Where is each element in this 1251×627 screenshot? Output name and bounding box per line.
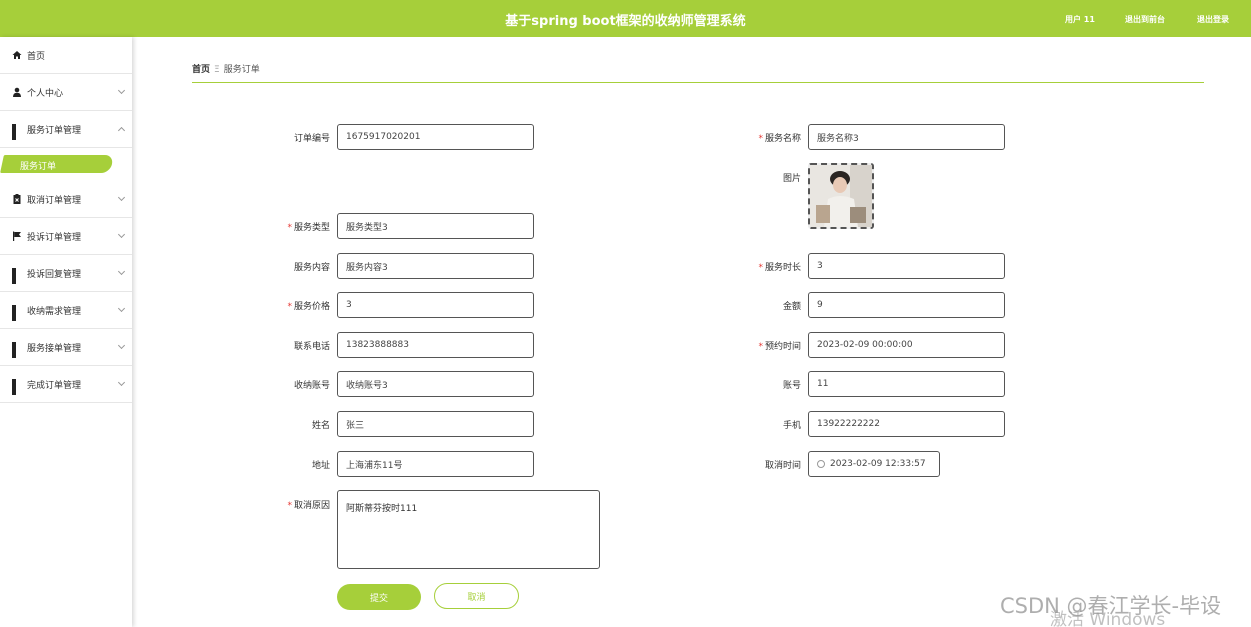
sidebar-item-label: 投诉回复管理 [27, 269, 82, 280]
service-price-input[interactable]: 3 [337, 292, 534, 318]
service-content-label: 服务内容 [293, 263, 330, 273]
grid-icon [12, 268, 22, 284]
sidebar-item-label: 收纳需求管理 [27, 306, 82, 317]
cancel-time-picker[interactable]: 2023-02-09 12:33:57 [808, 451, 940, 477]
flag-icon [12, 231, 22, 241]
sidebar-item-service-acceptance[interactable]: 服务接单管理 [0, 329, 132, 366]
amount-input[interactable]: 9 [808, 292, 1005, 318]
account-label: 账号 [782, 381, 801, 391]
image-label: 图片 [782, 174, 801, 184]
windows-activation-watermark: 激活 Windows [1050, 610, 1166, 627]
chevron-down-icon [117, 378, 126, 387]
breadcrumb-divider [192, 82, 1204, 83]
cancel-time-label: 取消时间 [764, 461, 801, 471]
address-input[interactable]: 上海浦东11号 [337, 451, 534, 477]
order-no-input[interactable]: 1675917020201 [337, 124, 534, 150]
mobile-input[interactable]: 13922222222 [808, 411, 1005, 437]
amount-label: 金额 [782, 302, 801, 312]
grid-icon [12, 124, 22, 140]
back-to-front-link[interactable]: 退出到前台 [1125, 14, 1165, 25]
sidebar: 首页 个人中心 服务订单管理 服务订单 取消订单管理 投诉订单管理 投诉回复管理 [0, 37, 132, 627]
sidebar-subitem-label: 服务订单 [20, 162, 57, 172]
submit-button[interactable]: 提交 [337, 584, 421, 610]
top-header: 基于spring boot框架的收纳师管理系统 用户 11 退出到前台 退出登录 [0, 0, 1251, 37]
order-no-label: 订单编号 [293, 134, 330, 144]
chevron-down-icon [117, 267, 126, 276]
sidebar-item-complaint-replies[interactable]: 投诉回复管理 [0, 255, 132, 292]
chevron-down-icon [117, 86, 126, 95]
cancel-button[interactable]: 取消 [434, 583, 519, 609]
service-duration-label: * 服务时长 [758, 263, 801, 273]
sidebar-item-home[interactable]: 首页 [0, 37, 132, 74]
grid-icon [12, 342, 22, 358]
name-input[interactable]: 张三 [337, 411, 534, 437]
service-content-input[interactable]: 服务内容3 [337, 253, 534, 279]
sidebar-item-storage-demands[interactable]: 收纳需求管理 [0, 292, 132, 329]
appointment-time-label: * 预约时间 [758, 342, 801, 352]
sidebar-item-label: 完成订单管理 [27, 380, 82, 391]
home-icon [12, 50, 22, 60]
app-title: 基于spring boot框架的收纳师管理系统 [505, 14, 746, 29]
active-highlight [0, 155, 114, 173]
service-name-label: * 服务名称 [758, 134, 801, 144]
cancel-reason-label: * 取消原因 [287, 501, 330, 511]
account-input[interactable]: 11 [808, 371, 1005, 397]
chevron-down-icon [117, 304, 126, 313]
storage-account-input[interactable]: 收纳账号3 [337, 371, 534, 397]
clipboard-icon [12, 194, 22, 204]
chevron-up-icon [117, 126, 126, 135]
breadcrumb-home[interactable]: 首页 [192, 65, 210, 75]
phone-label: 联系电话 [293, 342, 330, 352]
sidebar-item-completed-orders[interactable]: 完成订单管理 [0, 366, 132, 403]
sidebar-item-cancel-orders[interactable]: 取消订单管理 [0, 181, 132, 218]
sidebar-item-service-orders[interactable]: 服务订单管理 [0, 111, 132, 148]
sidebar-item-label: 个人中心 [27, 88, 64, 99]
sidebar-item-label: 投诉订单管理 [27, 232, 82, 243]
current-user-label: 用户 11 [1065, 15, 1095, 24]
service-type-input[interactable]: 服务类型3 [337, 213, 534, 239]
sidebar-item-personal-center[interactable]: 个人中心 [0, 74, 132, 111]
service-type-label: * 服务类型 [287, 223, 330, 233]
breadcrumb: 首页 Ξ 服务订单 [192, 62, 260, 75]
service-duration-input[interactable]: 3 [808, 253, 1005, 279]
grid-icon [12, 305, 22, 321]
user-icon [12, 87, 22, 97]
service-image[interactable] [808, 163, 874, 229]
breadcrumb-separator: Ξ [214, 65, 220, 75]
sidebar-item-label: 服务接单管理 [27, 343, 82, 354]
cancel-time-value: 2023-02-09 12:33:57 [830, 459, 926, 469]
chevron-down-icon [117, 341, 126, 350]
sidebar-item-label: 取消订单管理 [27, 195, 82, 206]
service-name-input[interactable]: 服务名称3 [808, 124, 1005, 150]
grid-icon [12, 379, 22, 395]
sidebar-subitem-service-order[interactable]: 服务订单 [0, 152, 132, 178]
logout-link[interactable]: 退出登录 [1197, 14, 1229, 25]
sidebar-item-label: 首页 [27, 51, 46, 62]
chevron-down-icon [117, 193, 126, 202]
chevron-down-icon [117, 230, 126, 239]
service-price-label: * 服务价格 [287, 302, 330, 312]
sidebar-item-complaint-orders[interactable]: 投诉订单管理 [0, 218, 132, 255]
appointment-time-input[interactable]: 2023-02-09 00:00:00 [808, 332, 1005, 358]
cancel-reason-textarea[interactable]: 阿斯蒂芬按时111 [337, 490, 600, 569]
phone-input[interactable]: 13823888883 [337, 332, 534, 358]
mobile-label: 手机 [782, 421, 801, 431]
clock-icon [817, 460, 825, 468]
address-label: 地址 [311, 461, 330, 471]
storage-account-label: 收纳账号 [293, 381, 330, 391]
breadcrumb-current: 服务订单 [223, 65, 260, 75]
sidebar-item-label: 服务订单管理 [27, 125, 82, 136]
name-label: 姓名 [311, 421, 330, 431]
